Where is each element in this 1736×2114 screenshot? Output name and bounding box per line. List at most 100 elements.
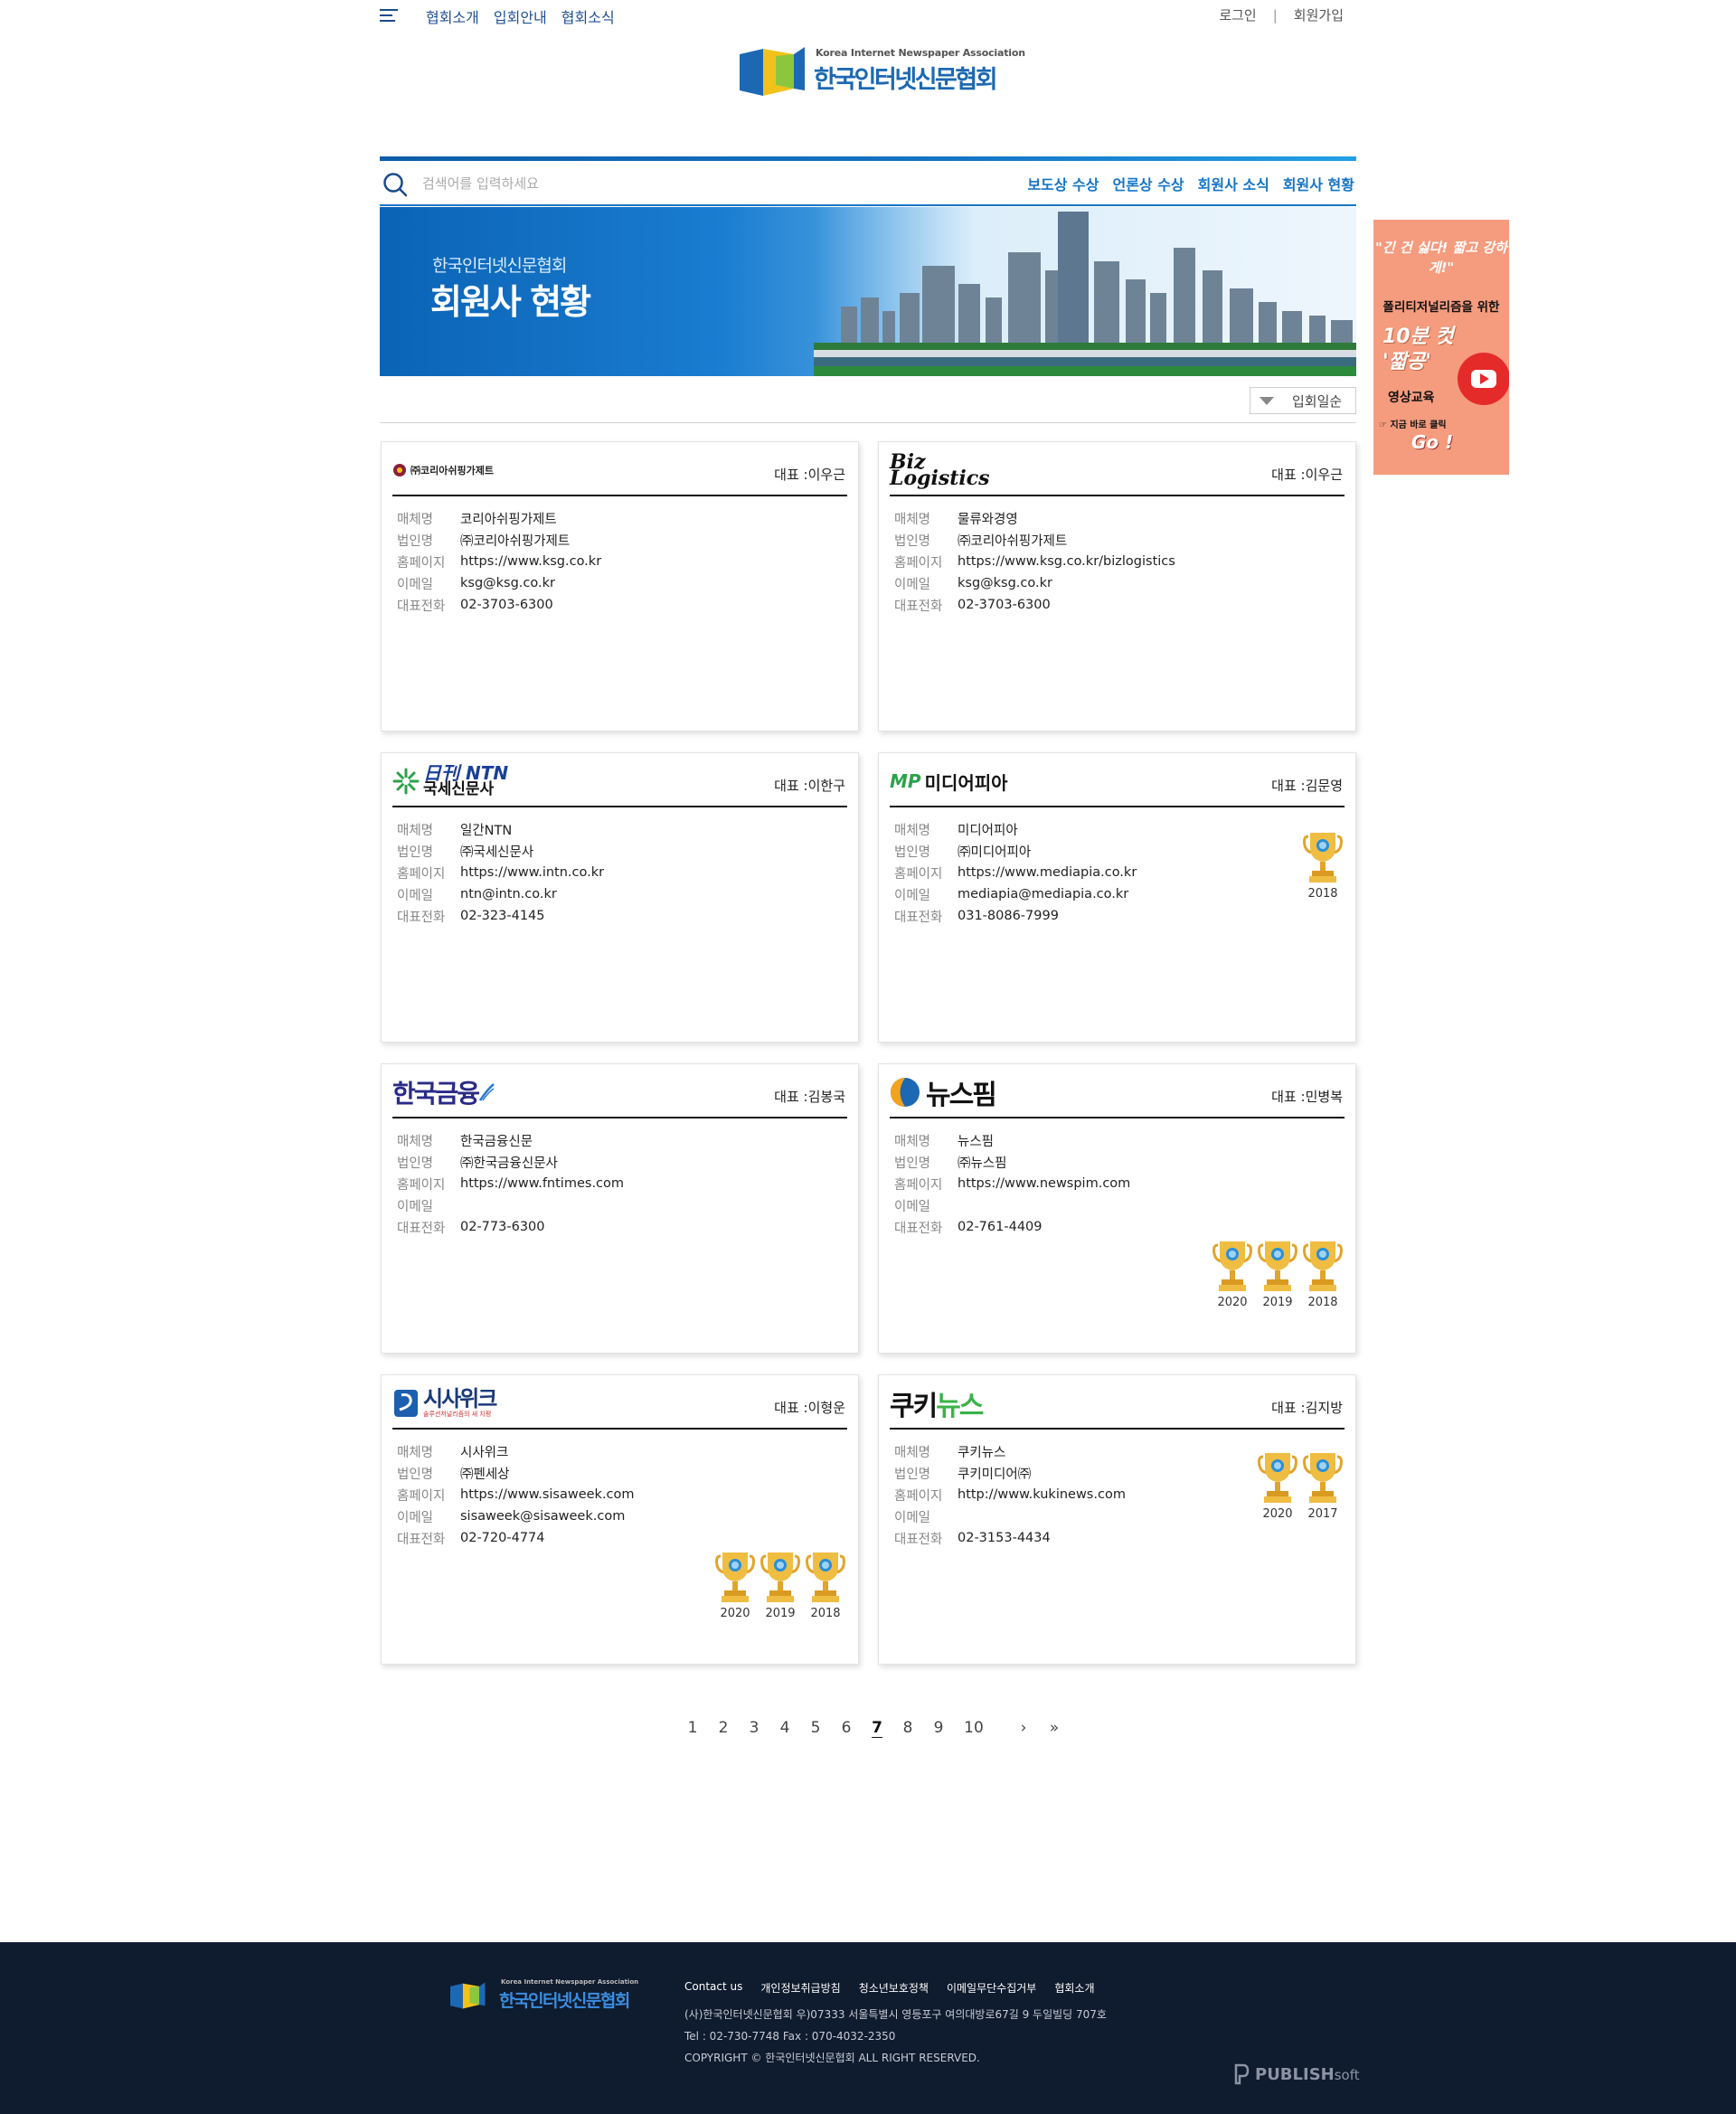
label-corp: 법인명 bbox=[894, 1156, 931, 1171]
signup-link[interactable]: 회원가입 bbox=[1294, 5, 1344, 24]
publisher-brand[interactable]: PUBLISHsoft bbox=[1233, 2063, 1360, 2085]
homepage-link[interactable]: https://www.fntimes.com bbox=[460, 1176, 624, 1191]
top-nav: 협회소개 입회안내 협회소식 bbox=[426, 5, 615, 27]
logo-english: Korea Internet Newspaper Association bbox=[816, 47, 1025, 59]
link-member-news[interactable]: 회원사 소식 bbox=[1198, 173, 1269, 194]
footer-link-youth[interactable]: 청소년보호정책 bbox=[859, 1980, 929, 1996]
media-name: 일간NTN bbox=[460, 823, 513, 838]
nav-join-guide[interactable]: 입회안내 bbox=[494, 5, 547, 27]
link-member-status[interactable]: 회원사 현황 bbox=[1283, 173, 1354, 194]
last-page-icon[interactable]: » bbox=[1039, 1719, 1070, 1737]
representative: 대표 :김봉국 bbox=[774, 1089, 845, 1105]
corp-name: ㈜뉴스핌 bbox=[958, 1156, 1007, 1171]
card-header: 쿠키 뉴스 대표 :김지방 bbox=[890, 1375, 1344, 1430]
corp-name: ㈜코리아쉬핑가제트 bbox=[460, 533, 571, 549]
footer-link-privacy[interactable]: 개인정보취급방침 bbox=[760, 1980, 840, 1996]
nav-about[interactable]: 협회소개 bbox=[426, 5, 479, 27]
media-name: 한국금융신문 bbox=[460, 1134, 533, 1149]
user-links: 로그인 | 회원가입 bbox=[1219, 5, 1344, 24]
search-input[interactable] bbox=[422, 172, 874, 195]
ad-label: 영상교육 bbox=[1388, 391, 1435, 405]
label-corp: 법인명 bbox=[397, 533, 434, 549]
member-card[interactable]: ㈜코리아쉬핑가제트 대표 :이우근 매체명 코리아쉬핑가제트 법인명 ㈜코리아쉬핑가… bbox=[381, 441, 859, 731]
label-homepage: 홈페이지 bbox=[894, 1177, 943, 1193]
member-card[interactable]: 뉴스핌 대표 :민병복 매체명 뉴스핌 법인명 ㈜뉴스핌 홈페이지 https://w… bbox=[878, 1063, 1356, 1354]
page-3[interactable]: 3 bbox=[739, 1719, 769, 1737]
homepage-link[interactable]: https://www.ksg.co.kr/bizlogistics bbox=[958, 554, 1175, 569]
label-homepage: 홈페이지 bbox=[397, 1177, 446, 1193]
page-7-current[interactable]: 7 bbox=[862, 1719, 892, 1737]
homepage-link[interactable]: http://www.kukinews.com bbox=[958, 1487, 1126, 1502]
member-card[interactable]: MP 미디어피아 대표 :김문영 매체명 미디어피아 법인명 ㈜미디어피아 홈페이지… bbox=[878, 752, 1356, 1043]
label-corp: 법인명 bbox=[397, 1156, 434, 1171]
footer-link-contact[interactable]: Contact us bbox=[684, 1980, 742, 1996]
nav-news[interactable]: 협회소식 bbox=[561, 5, 615, 27]
brand-light: soft bbox=[1334, 2066, 1360, 2083]
starburst-icon bbox=[392, 768, 420, 795]
ad-headline: "긴 건 싫다! 짧고 강하게!" bbox=[1375, 240, 1507, 276]
homepage-link[interactable]: https://www.mediapia.co.kr bbox=[958, 865, 1137, 880]
link-journalism-award[interactable]: 언론상 수상 bbox=[1112, 173, 1184, 194]
logo-text: 미디어피아 bbox=[924, 771, 1008, 794]
award-year: 2019 bbox=[1262, 1296, 1293, 1309]
search-icon[interactable] bbox=[382, 172, 408, 197]
homepage-link[interactable]: https://www.sisaweek.com bbox=[460, 1487, 635, 1502]
link-press-award[interactable]: 보도상 수상 bbox=[1027, 173, 1099, 194]
footer-link-email-policy[interactable]: 이메일무단수집거부 bbox=[947, 1980, 1036, 1996]
label-phone: 대표전화 bbox=[894, 1532, 943, 1547]
page-6[interactable]: 6 bbox=[831, 1719, 862, 1737]
corp-name: ㈜펜세상 bbox=[460, 1467, 510, 1482]
representative: 대표 :이우근 bbox=[1271, 467, 1343, 483]
homepage-link[interactable]: https://www.newspim.com bbox=[958, 1176, 1130, 1191]
label-email: 이메일 bbox=[397, 577, 434, 592]
next-page-icon[interactable]: › bbox=[1008, 1719, 1039, 1737]
footer-logo: Korea Internet Newspaper Association 한국인… bbox=[450, 1977, 638, 2016]
page-4[interactable]: 4 bbox=[769, 1719, 800, 1737]
page-2[interactable]: 2 bbox=[708, 1719, 739, 1737]
top-bar: 협회소개 입회안내 협회소식 로그인 | 회원가입 bbox=[380, 5, 1344, 27]
member-card[interactable]: 한국금융 대표 :김봉국 매체명 한국금융신문 법인명 ㈜한국금융신문사 홈페이지 h… bbox=[381, 1063, 859, 1354]
award-trophy: 2018 bbox=[806, 1551, 845, 1620]
label-media: 매체명 bbox=[397, 1134, 434, 1149]
award-year: 2018 bbox=[1307, 1296, 1338, 1309]
member-card[interactable]: 시사위크 솔루션저널리즘의 새 지평 대표 :이형운 매체명 시사위크 법인명 ㈜펜… bbox=[381, 1374, 859, 1665]
page-10[interactable]: 10 bbox=[954, 1719, 994, 1737]
award-trophy: 2020 bbox=[1258, 1451, 1297, 1521]
brand-bold: PUBLISH bbox=[1255, 2064, 1335, 2084]
award-list: 2020 2019 2018 bbox=[715, 1551, 845, 1620]
member-logo: 쿠키 뉴스 bbox=[890, 1386, 984, 1422]
homepage-link[interactable]: https://www.intn.co.kr bbox=[460, 865, 604, 880]
homepage-link[interactable]: https://www.ksg.co.kr bbox=[460, 554, 601, 569]
logo-text: 뉴스핌 bbox=[926, 1080, 997, 1111]
member-card[interactable]: 쿠키 뉴스 대표 :김지방 매체명 쿠키뉴스 법인명 쿠키미디어㈜ 홈페이지 http:… bbox=[878, 1374, 1356, 1665]
site-logo[interactable]: Korea Internet Newspaper Association 한국인… bbox=[740, 43, 1025, 99]
banner-subtitle: 한국인터넷신문협회 bbox=[432, 256, 567, 276]
logo-text-accent: 뉴스 bbox=[936, 1391, 984, 1422]
page-1[interactable]: 1 bbox=[677, 1719, 708, 1737]
label-phone: 대표전화 bbox=[397, 1221, 446, 1236]
phone: 02-720-4774 bbox=[460, 1531, 545, 1545]
label-phone: 대표전화 bbox=[894, 910, 943, 925]
logo-text: Biz Logistics bbox=[890, 450, 990, 490]
media-name: 시사위크 bbox=[460, 1445, 509, 1460]
member-card[interactable]: 日刊 NTN 국세신문사 대표 :이한구 매체명 일간NTN 법인명 ㈜국세신문사 … bbox=[381, 752, 859, 1043]
page-5[interactable]: 5 bbox=[800, 1719, 831, 1737]
globe-icon bbox=[891, 1078, 920, 1107]
side-ad-banner[interactable]: "긴 건 싫다! 짧고 강하게!" 폴리티저널리즘을 위한 10분 컷 '짧공'… bbox=[1373, 220, 1509, 475]
quick-links: 보도상 수상 언론상 수상 회원사 소식 회원사 현황 bbox=[1027, 173, 1354, 194]
member-logo: MP 미디어피아 bbox=[890, 764, 1008, 798]
hamburger-menu-icon[interactable] bbox=[380, 9, 398, 24]
swoosh-icon bbox=[479, 1083, 495, 1101]
login-link[interactable]: 로그인 bbox=[1219, 5, 1256, 24]
page-8[interactable]: 8 bbox=[892, 1719, 923, 1737]
sort-dropdown[interactable]: 입회일순 bbox=[1250, 387, 1356, 414]
label-email: 이메일 bbox=[894, 1510, 931, 1525]
representative: 대표 :김문영 bbox=[1271, 778, 1343, 794]
page-9[interactable]: 9 bbox=[923, 1719, 954, 1737]
member-card[interactable]: Biz Logistics 대표 :이우근 매체명 물류와경영 법인명 ㈜코리아쉬핑… bbox=[878, 441, 1356, 731]
footer-logo-korean: 한국인터넷신문협회 bbox=[499, 1991, 630, 2011]
trophy-icon bbox=[1303, 831, 1343, 885]
footer-link-about[interactable]: 협회소개 bbox=[1054, 1980, 1094, 1996]
phone: 02-3703-6300 bbox=[460, 598, 553, 612]
label-email: 이메일 bbox=[397, 1510, 434, 1525]
